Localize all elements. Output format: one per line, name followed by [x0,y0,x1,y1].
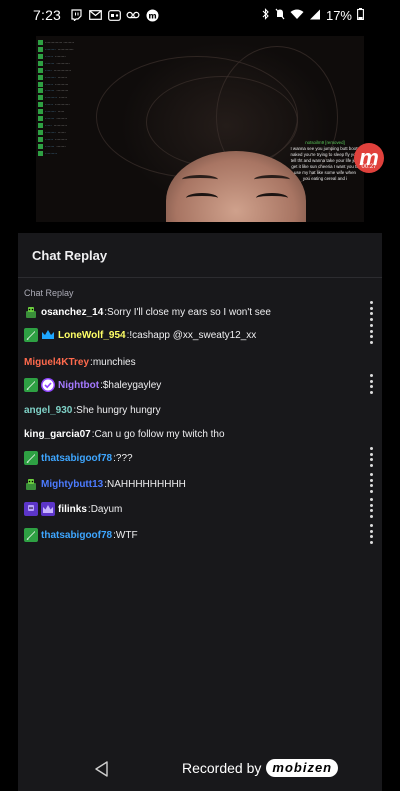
chat-message[interactable]: Miguel4KTrey: munchies [24,353,136,371]
subscriber-badge-icon [24,477,38,491]
chat-message[interactable]: thatsabigoof78: WTF [24,526,138,544]
notification-icons: m [69,9,159,21]
chat-message-text: !cashapp @xx_sweaty12_xx [129,329,257,341]
eyebrow [182,175,218,184]
svg-text:m: m [148,11,156,20]
signal-icon [309,8,321,23]
battery-icon [357,8,364,23]
overlay-text: I wanna see you jumping butt booty naked… [290,146,360,181]
chat-message[interactable]: angel_930: She hungry hungry [24,401,161,419]
prime-crown-icon [41,328,55,342]
message-options-icon[interactable] [370,524,374,544]
moderator-badge-icon [24,328,38,342]
message-options-icon[interactable] [370,301,374,321]
chat-replay-panel: Chat Replay Chat Replay osanchez_14: Sor… [18,233,382,791]
battery-percent: 17% [325,8,352,23]
chat-username[interactable]: Mightybutt13 [41,479,103,490]
chat-message[interactable]: osanchez_14: Sorry I'll close my ears so… [24,303,271,321]
chat-message[interactable]: Mightybutt13: NAHHHHHHHHH [24,475,186,493]
message-options-icon[interactable] [370,473,374,493]
chat-message-text: $haleygayley [102,379,162,391]
subscriber-badge-icon [24,305,38,319]
voicemail-icon [126,9,140,21]
clock: 7:23 [33,7,62,23]
chat-message-text: WTF [115,529,138,541]
recorded-by-watermark: Recorded by mobizen [182,759,339,777]
eyebrow [254,175,290,184]
message-options-icon[interactable] [370,498,374,518]
chat-username[interactable]: angel_930 [24,405,72,416]
chat-message-text: She hungry hungry [76,404,161,416]
moderator-badge-icon [24,451,38,465]
mobizen-icon: m [145,9,159,21]
message-options-icon[interactable] [370,324,374,344]
eye [186,193,218,203]
recording-indicator[interactable]: m 00:27 [354,143,384,181]
back-nav-icon[interactable] [93,760,111,778]
chat-username[interactable]: filinks [58,504,87,515]
wifi-icon [290,8,304,23]
chat-message-text: Sorry I'll close my ears so I won't see [107,306,271,318]
message-options-icon[interactable] [370,447,374,467]
crown-badge-icon [41,502,55,516]
chat-message-text: Dayum [90,503,123,515]
mute-icon [275,8,285,23]
chat-username[interactable]: king_garcia07 [24,429,91,440]
game-icon [107,9,121,21]
chat-username[interactable]: Nightbot [58,380,99,391]
panel-title: Chat Replay [18,233,382,278]
message-options-icon[interactable] [370,374,374,394]
chat-message[interactable]: filinks: Dayum [24,500,122,518]
subscriber-badge-icon [24,502,38,516]
chat-message-text: ??? [115,452,133,464]
chat-username[interactable]: LoneWolf_954 [58,330,126,341]
verified-bot-icon [41,378,55,392]
moderator-badge-icon [24,378,38,392]
chat-message-text: munchies [92,356,136,368]
chat-username[interactable]: thatsabigoof78 [41,453,112,464]
stream-chat-overlay: ············· ········ ········ ·········… [38,39,148,158]
chat-message-text: Can u go follow my twitch tho [94,428,225,440]
moderator-badge-icon [24,528,38,542]
twitch-icon [69,9,83,21]
chat-username[interactable]: Miguel4KTrey [24,357,89,368]
chat-message[interactable]: thatsabigoof78: ??? [24,449,133,467]
chat-username[interactable]: osanchez_14 [41,307,103,318]
mobizen-logo: mobizen [266,759,339,777]
eye [256,193,288,203]
highlighted-chat-message: notsoilm9 [removed] I wanna see you jump… [290,140,360,182]
status-bar: 7:23 m 17% [0,0,400,30]
chat-username[interactable]: thatsabigoof78 [41,530,112,541]
recorded-label: Recorded by [182,760,262,776]
chat-message-text: NAHHHHHHHHH [107,478,186,490]
chat-replay-label: Chat Replay [24,288,74,298]
chat-message[interactable]: king_garcia07: Can u go follow my twitch… [24,425,225,443]
chat-message[interactable]: Nightbot: $haleygayley [24,376,161,394]
chat-message[interactable]: LoneWolf_954: !cashapp @xx_sweaty12_xx [24,326,256,344]
system-indicators: 17% [262,8,364,23]
bluetooth-icon [262,8,270,23]
stream-video[interactable]: ············· ········ ········ ·········… [36,36,364,222]
mail-icon [88,9,102,21]
